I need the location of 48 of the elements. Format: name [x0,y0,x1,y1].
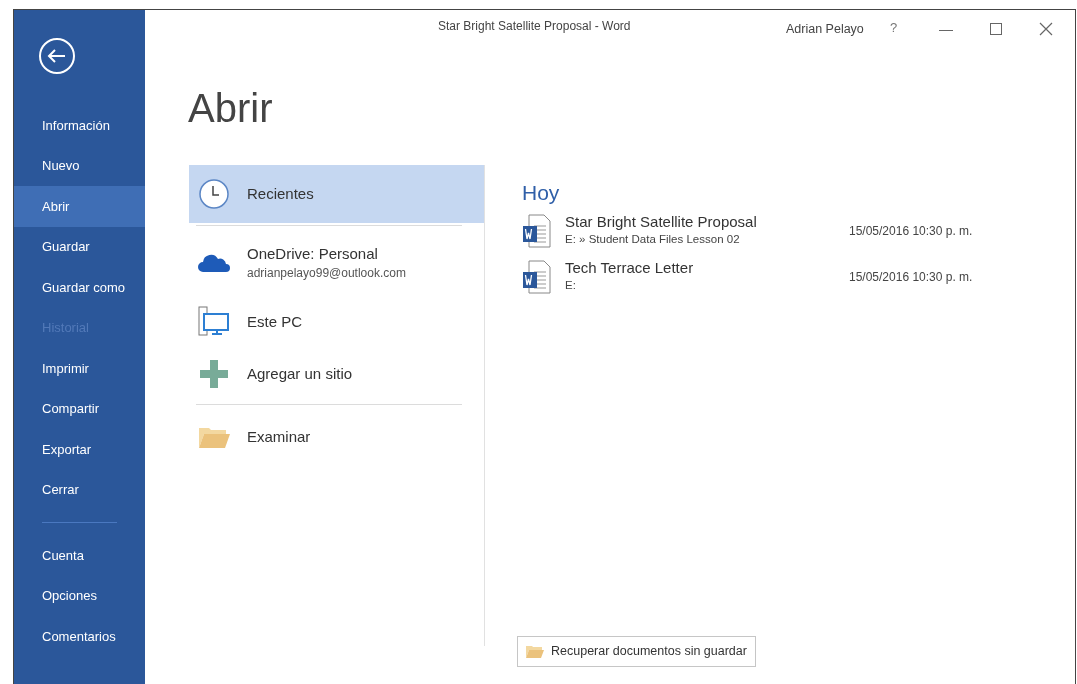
file-path: E: [565,278,577,294]
close-icon[interactable] [1039,22,1053,36]
file-path: E: » Student Data Files Lesson 02 [565,232,741,248]
page-heading: Abrir [188,88,274,132]
maximize-icon[interactable] [990,23,1002,35]
group-heading: Hoy [522,182,561,203]
sidebar-item[interactable]: Guardar [14,226,145,267]
computer-icon [198,306,230,338]
sidebar-item[interactable]: Guardar como [14,267,145,308]
window-title: Star Bright Satellite Proposal - Word [438,18,631,35]
word-document-icon [522,260,552,294]
recover-documents-button[interactable]: Recuperar documentos sin guardar [517,636,756,667]
recent-file[interactable]: Tech Terrace Letter E: 15/05/2016 10:30 p. m. [522,254,1075,300]
file-name: Star Bright Satellite Proposal [565,213,758,232]
file-name: Tech Terrace Letter [565,259,695,278]
word-document-icon [522,214,552,248]
place-label: Examinar [247,427,311,447]
place-label: Recientes [247,184,314,204]
sidebar-item[interactable]: Imprimir [14,348,145,389]
sidebar-item[interactable]: Cerrar [14,469,145,510]
place-label: Agregar un sitio [247,364,353,384]
sidebar-item[interactable]: Opciones [14,575,145,616]
place-item[interactable]: OneDrive: Personal adrianpelayo99@outlook.com [189,228,484,298]
sidebar-item[interactable]: Abrir [14,186,145,227]
sidebar-item[interactable]: Nuevo [14,145,145,186]
place-item[interactable]: Este PC [189,298,484,346]
place-label: OneDrive: Personal [247,244,379,264]
file-date: 15/05/2016 10:30 p. m. [849,269,973,286]
place-item[interactable]: Agregar un sitio [189,346,484,402]
folder-icon [526,644,544,659]
sidebar-item[interactable]: Cuenta [14,535,145,576]
sidebar-item[interactable]: Información [14,105,145,146]
sidebar-item[interactable]: Compartir [14,388,145,429]
recent-file[interactable]: Star Bright Satellite Proposal E: » Student Data Files Lesson 02 15/05/2016 10:30 p. m. [522,208,1075,254]
place-item[interactable]: Recientes [189,165,484,223]
folder-icon [198,425,230,449]
account-email: adrianpelayo99@outlook.com [247,265,406,282]
sidebar-item[interactable]: Exportar [14,429,145,470]
help-button[interactable]: ? [890,18,898,38]
clock-icon [198,178,230,210]
minimize-icon[interactable] [939,30,953,32]
user-name: Adrian Pelayo [786,21,864,38]
file-date: 15/05/2016 10:30 p. m. [849,223,973,240]
sidebar-item[interactable]: Comentarios [14,616,145,657]
plus-icon [199,359,229,389]
cloud-icon [197,252,231,274]
place-label: Este PC [247,312,303,332]
place-item[interactable]: Examinar [189,407,484,467]
